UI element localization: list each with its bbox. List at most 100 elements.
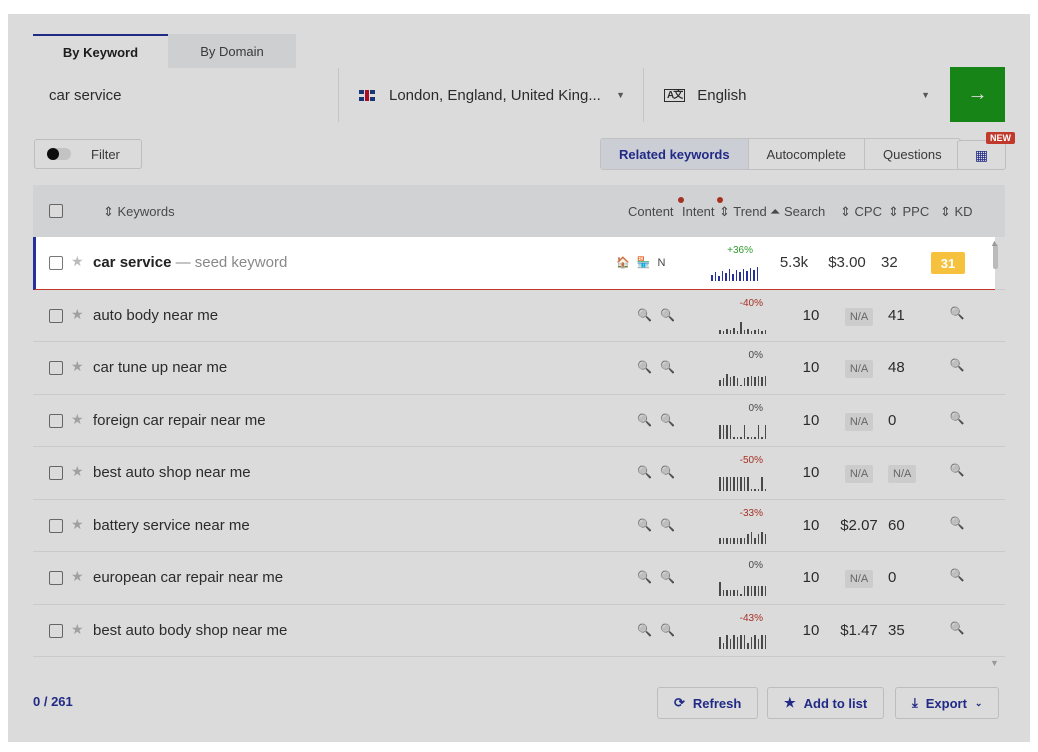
table-row[interactable]: ★ auto body near me 🔍🔍 -40% 10 N/A 41 🔍	[33, 289, 1005, 342]
keyword-text[interactable]: best auto shop near me	[93, 464, 251, 481]
header-kd[interactable]: ⇕ KD	[940, 204, 973, 220]
intent-icons[interactable]: 🔍🔍	[637, 621, 683, 637]
star-icon[interactable]: ★	[71, 568, 84, 585]
search-volume: 10	[802, 516, 820, 534]
toggle-switch[interactable]	[47, 148, 71, 160]
intent-icons[interactable]: 🔍🔍	[637, 411, 683, 427]
star-icon[interactable]: ★	[71, 516, 84, 533]
row-checkbox[interactable]	[49, 361, 63, 375]
intent-icons[interactable]: 🔍🔍	[637, 568, 683, 584]
table-row[interactable]: ★ battery service near me 🔍🔍 -33% 10 $2.07 60 🔍	[33, 499, 1005, 552]
spark-bar	[761, 377, 763, 386]
spark-bar	[764, 424, 766, 439]
select-all-checkbox[interactable]	[49, 204, 63, 218]
keyword-input[interactable]: car service	[33, 68, 338, 122]
kd-search-icon[interactable]: 🔍	[945, 516, 969, 530]
spark-bar	[719, 477, 721, 491]
new-badge: NEW	[986, 132, 1015, 144]
download-icon: ⤓	[912, 695, 918, 710]
spark-bar	[753, 270, 755, 281]
spark-bar	[722, 590, 724, 596]
scroll-up-icon[interactable]: ▲	[990, 238, 999, 248]
kd-search-icon[interactable]: 🔍	[945, 358, 969, 372]
search-volume: 10	[802, 569, 820, 586]
keyword-text[interactable]: foreign car repair near me	[93, 412, 266, 429]
spark-bar	[719, 329, 721, 334]
keyword-text[interactable]: battery service near me	[93, 517, 250, 534]
star-icon[interactable]: ★	[71, 463, 84, 480]
spark-bar	[764, 489, 766, 491]
keyword-text[interactable]: european car repair near me	[93, 569, 283, 586]
table-row[interactable]: ★ best auto shop near me 🔍🔍 -50% 10 N/A N/A 🔍	[33, 447, 1005, 500]
table-row[interactable]: ★ european car repair near me 🔍🔍 0% 10 N/A 0 🔍	[33, 552, 1005, 605]
header-cpc[interactable]: ⇕ CPC	[840, 204, 882, 220]
columns-icon: ▦	[974, 146, 989, 163]
kd-search-icon[interactable]: 🔍	[945, 463, 969, 477]
kd-search-icon[interactable]: 🔍	[945, 306, 969, 320]
tab-by-keyword[interactable]: By Keyword	[33, 34, 168, 68]
filter-label: Filter	[91, 146, 120, 162]
filter-toggle-button[interactable]: Filter	[34, 139, 142, 169]
tab-by-domain[interactable]: By Domain	[168, 34, 296, 68]
seed-keyword-row[interactable]: ★ car service — seed keyword 🏠 🏪 N +36% …	[33, 237, 995, 290]
star-icon[interactable]: ★	[71, 411, 84, 428]
star-icon[interactable]: ★	[71, 621, 84, 638]
header-keywords[interactable]: ⇕ Keywords	[103, 204, 175, 220]
star-icon[interactable]: ★	[71, 253, 84, 270]
search-bar: car service London, England, United King…	[33, 68, 1005, 122]
kd-search-icon[interactable]: 🔍	[945, 568, 969, 582]
spark-bar	[722, 378, 724, 386]
search-volume: 10	[802, 621, 820, 639]
intent-icons[interactable]: 🔍🔍	[637, 358, 683, 374]
star-icon[interactable]: ★	[71, 306, 84, 323]
spark-bar	[722, 424, 724, 439]
spark-bar	[761, 634, 763, 649]
spark-bar	[747, 436, 749, 439]
search-icon: 🔍	[659, 570, 683, 584]
tab-questions[interactable]: Questions	[864, 139, 960, 169]
header-trend[interactable]: ⇕ Trend	[719, 204, 767, 220]
header-intent[interactable]: Intent	[682, 197, 723, 219]
spark-bar	[726, 374, 728, 386]
intent-icons[interactable]: 🔍🔍	[637, 516, 683, 532]
scroll-down-icon[interactable]: ▼	[990, 658, 999, 668]
export-button[interactable]: ⤓ Export ⌄	[895, 687, 1000, 719]
columns-button[interactable]: ▦	[957, 140, 1006, 170]
location-select[interactable]: London, England, United King... ▼	[338, 68, 643, 122]
spark-bar	[761, 531, 763, 544]
spark-bar	[740, 477, 742, 491]
seed-keyword[interactable]: car service — seed keyword	[93, 254, 287, 271]
kd-search-icon[interactable]: 🔍	[945, 411, 969, 425]
header-search[interactable]: ⏶ Search	[770, 204, 825, 220]
row-checkbox[interactable]	[49, 308, 63, 323]
keyword-text[interactable]: auto body near me	[93, 307, 218, 324]
star-icon[interactable]: ★	[71, 358, 84, 375]
keyword-text[interactable]: car tune up near me	[93, 359, 227, 376]
kd-search-icon[interactable]: 🔍	[945, 621, 969, 635]
row-checkbox[interactable]	[49, 413, 63, 428]
tab-autocomplete[interactable]: Autocomplete	[747, 139, 865, 169]
row-checkbox[interactable]	[49, 466, 63, 480]
spark-bar	[764, 533, 766, 544]
header-content[interactable]: Content	[628, 197, 684, 219]
spark-bar	[726, 590, 728, 596]
table-header: ⇕ Keywords Content Intent ⇕ Trend ⏶ Sear…	[33, 185, 1005, 237]
row-checkbox[interactable]	[49, 518, 63, 533]
intent-icons[interactable]: 🔍🔍	[637, 306, 683, 322]
row-checkbox[interactable]	[49, 623, 63, 638]
table-row[interactable]: ★ foreign car repair near me 🔍🔍 0% 10 N/A 0 🔍	[33, 394, 1005, 447]
refresh-button[interactable]: ⟳ Refresh	[657, 687, 759, 719]
header-ppc[interactable]: ⇕ PPC	[888, 204, 929, 220]
row-checkbox[interactable]	[49, 571, 63, 585]
tab-related-keywords[interactable]: Related keywords	[601, 139, 748, 169]
intent-icons[interactable]: 🔍🔍	[637, 463, 683, 479]
row-checkbox[interactable]	[49, 256, 63, 270]
add-to-list-button[interactable]: ★ Add to list	[767, 687, 885, 719]
language-select[interactable]: A文 English ▼	[643, 68, 948, 122]
search-icon: 🔍	[637, 307, 660, 322]
table-row[interactable]: ★ best auto body shop near me 🔍🔍 -43% 10 $1.4…	[33, 604, 1005, 657]
ppc-value: 60	[888, 516, 905, 534]
table-row[interactable]: ★ car tune up near me 🔍🔍 0% 10 N/A 48 🔍	[33, 342, 1005, 395]
keyword-text[interactable]: best auto body shop near me	[93, 622, 287, 639]
search-submit-button[interactable]: →	[950, 67, 1005, 122]
